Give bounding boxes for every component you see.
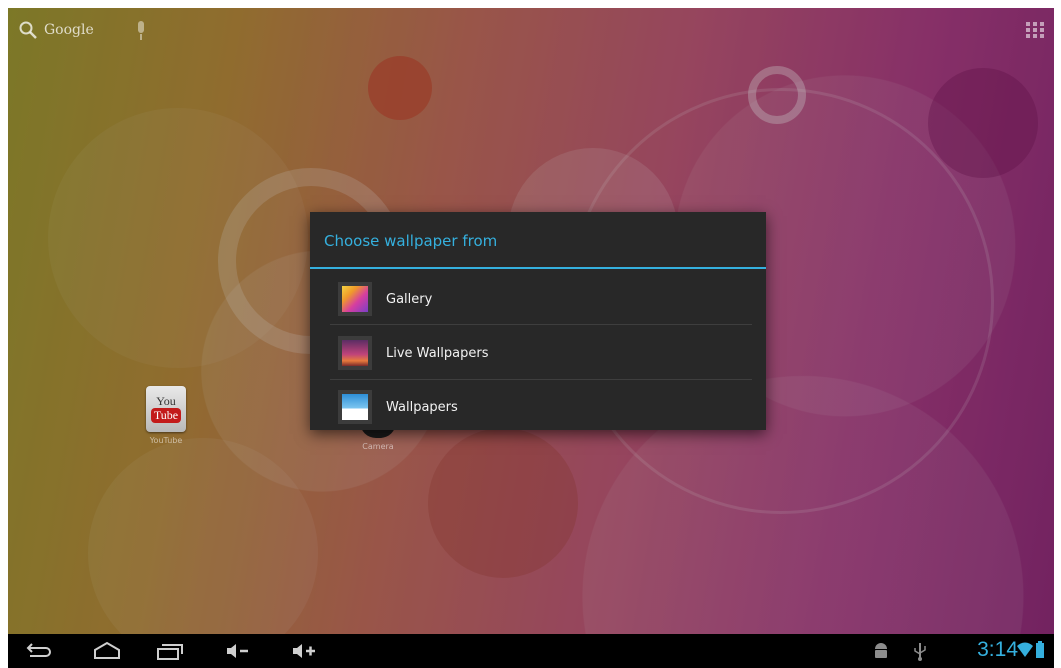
dialog-title: Choose wallpaper from	[324, 232, 498, 250]
gallery-icon	[338, 282, 372, 316]
choose-wallpaper-dialog: Choose wallpaper from Gallery Live Wallp…	[310, 212, 766, 430]
app-label: Camera	[362, 442, 394, 451]
recent-apps-icon[interactable]	[154, 640, 184, 662]
option-divider	[330, 324, 752, 325]
option-label: Live Wallpapers	[386, 345, 489, 361]
option-label: Wallpapers	[386, 399, 458, 415]
google-search-label: Google	[44, 22, 94, 38]
battery-icon	[1036, 641, 1044, 658]
microphone-icon	[138, 21, 144, 40]
all-apps-button[interactable]	[1026, 22, 1044, 42]
volume-up-icon[interactable]	[290, 640, 320, 662]
status-clock: 3:14	[977, 638, 1018, 661]
youtube-icon: You Tube	[146, 386, 186, 432]
google-search-button[interactable]: Google	[18, 20, 94, 40]
dialog-title-divider	[310, 267, 766, 269]
voice-search-button[interactable]	[134, 20, 148, 46]
wallpapers-icon	[338, 390, 372, 424]
apps-grid-icon	[1026, 22, 1044, 38]
home-screen: Google You Tube YouTube Camera Choose wa…	[8, 8, 1054, 634]
option-gallery[interactable]: Gallery	[310, 272, 766, 326]
wifi-icon	[1017, 642, 1033, 657]
back-icon[interactable]	[24, 640, 54, 662]
usb-icon	[914, 643, 926, 661]
youtube-icon-you: You	[156, 394, 176, 408]
option-live-wallpapers[interactable]: Live Wallpapers	[310, 326, 766, 380]
youtube-icon-tube: Tube	[150, 408, 182, 423]
home-top-bar: Google	[8, 8, 1054, 58]
option-wallpapers[interactable]: Wallpapers	[310, 380, 766, 434]
app-label: YouTube	[149, 436, 183, 445]
home-icon[interactable]	[92, 640, 122, 662]
live-wallpapers-icon	[338, 336, 372, 370]
volume-down-icon[interactable]	[224, 640, 254, 662]
option-label: Gallery	[386, 291, 433, 307]
search-icon	[19, 21, 37, 39]
youtube-shortcut[interactable]: You Tube YouTube	[126, 386, 206, 445]
android-debug-icon	[875, 643, 887, 658]
system-bar: 3:14	[8, 634, 1054, 668]
